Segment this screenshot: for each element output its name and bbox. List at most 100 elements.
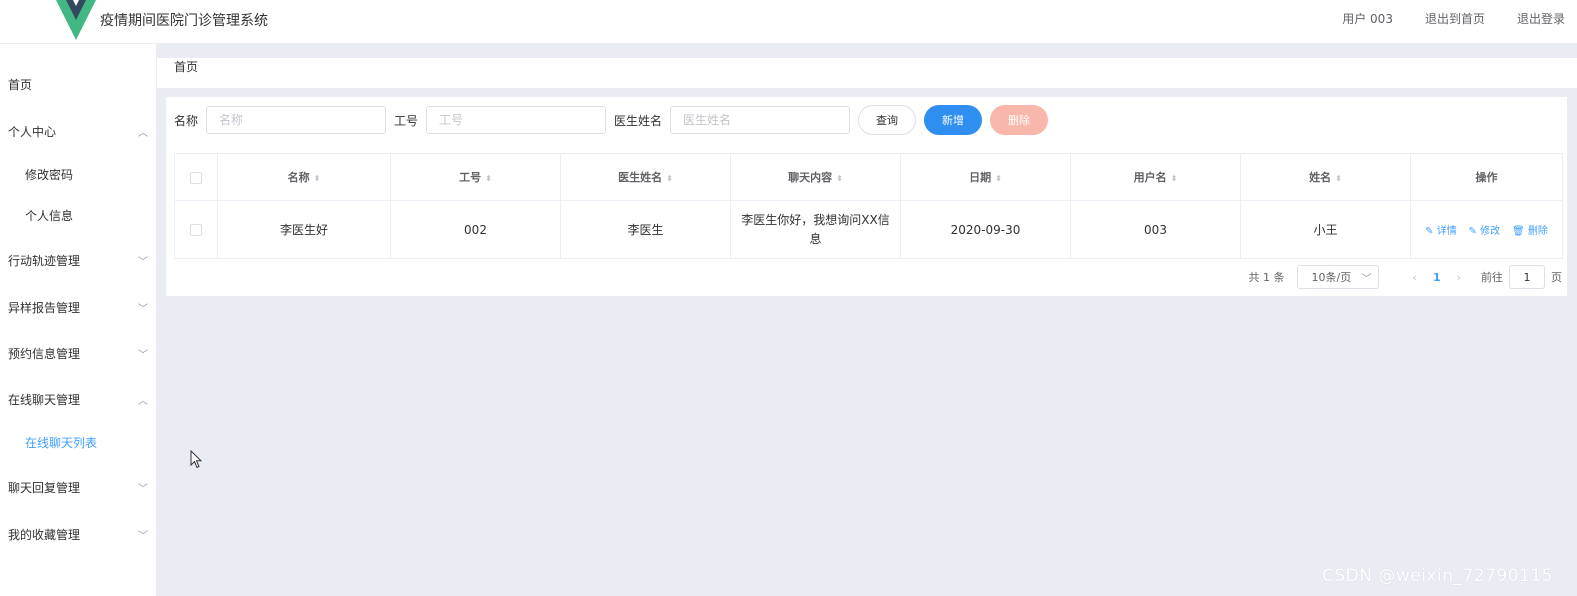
back-to-home-link[interactable]: 退出到首页 (1425, 10, 1485, 27)
sidebar-item-label: 行动轨迹管理 (8, 254, 81, 268)
chevron-down-icon: ﹀ (138, 350, 148, 361)
doctor-name-label: 医生姓名 (614, 113, 663, 128)
sort-icon[interactable]: ⬍ (485, 174, 492, 183)
sort-icon[interactable]: ⬍ (1171, 174, 1178, 183)
name-label: 名称 (174, 113, 199, 128)
name-input[interactable] (206, 106, 387, 134)
sort-icon[interactable]: ⬍ (314, 174, 321, 183)
column-header-chat-content[interactable]: 聊天内容 ⬍ (730, 153, 901, 201)
column-header-label: 用户名 (1133, 171, 1167, 184)
select-all-checkbox[interactable] (190, 171, 202, 184)
logout-link[interactable]: 退出登录 (1517, 10, 1565, 27)
cell-date: 2020-09-30 (900, 200, 1071, 259)
sidebar-item-track-management[interactable]: 行动轨迹管理 ﹀ (8, 252, 148, 269)
chevron-down-icon: ﹀ (138, 304, 148, 315)
app-title: 疫情期间医院门诊管理系统 (100, 13, 268, 29)
prev-page-button[interactable]: ‹ (1413, 271, 1417, 284)
page-number[interactable]: 1 (1433, 271, 1441, 284)
page-size-select[interactable]: 10条/页 ﹀ (1296, 265, 1379, 289)
column-header-label: 聊天内容 (788, 171, 833, 184)
user-link[interactable]: 用户 003 (1342, 10, 1393, 27)
column-header-label: 工号 (459, 171, 482, 184)
edit-pencil-icon: ✎ (1468, 226, 1477, 237)
chat-table: 名称 ⬍ 工号 ⬍ 医生姓名 ⬍ 聊天内容 ⬍ 日期 ⬍ 用户名 ⬍ 姓名 ⬍ 操作 李医生好… (174, 153, 1563, 259)
sidebar-item-label: 预约信息管理 (8, 347, 81, 361)
cell-real-name: 小王 (1240, 200, 1411, 259)
pagination: 共 1 条 10条/页 ﹀ ‹ 1 › 前往 1 页 (1249, 265, 1562, 289)
top-links: 用户 003 退出到首页 退出登录 (1342, 10, 1565, 27)
sidebar-item-reply-management[interactable]: 聊天回复管理 ﹀ (8, 479, 148, 496)
delete-action-label: 删除 (1527, 226, 1548, 237)
chevron-down-icon: ﹀ (138, 257, 148, 268)
column-header-username[interactable]: 用户名 ⬍ (1070, 153, 1241, 201)
column-header-actions: 操作 (1410, 153, 1563, 201)
job-number-input[interactable] (426, 106, 607, 134)
sidebar-item-personal-center[interactable]: 个人中心 ︿ (8, 123, 148, 140)
detail-action[interactable]: ✎ 详情 (1425, 226, 1457, 237)
sidebar: 首页 个人中心 ︿ 修改密码 个人信息 行动轨迹管理 ﹀ 异样报告管理 ﹀ 预约信息管… (0, 44, 157, 596)
breadcrumb[interactable]: 首页 (174, 58, 198, 75)
column-header-real-name[interactable]: 姓名 ⬍ (1240, 153, 1411, 201)
chevron-up-icon: ︿ (138, 128, 148, 139)
sort-icon[interactable]: ⬍ (836, 174, 843, 183)
sidebar-item-label: 个人中心 (8, 125, 57, 139)
select-all-cell (174, 153, 218, 201)
list-panel: 名称 工号 医生姓名 查询 新增 删除 名称⬍ 工号⬍ 医生姓名⬍ 聊天内容⬍ … (166, 97, 1567, 296)
sidebar-item-label: 聊天回复管理 (8, 481, 81, 495)
sidebar-item-label: 异样报告管理 (8, 301, 81, 315)
cell-job-number: 002 (390, 200, 561, 259)
cell-username: 003 (1070, 200, 1241, 259)
add-button[interactable]: 新增 (924, 105, 983, 135)
row-select-cell (174, 200, 218, 259)
cell-doctor-name: 李医生 (560, 200, 731, 259)
batch-delete-button[interactable]: 删除 (990, 105, 1049, 135)
chevron-down-icon: ﹀ (138, 484, 148, 495)
column-header-label: 姓名 (1309, 171, 1332, 184)
edit-action[interactable]: ✎ 修改 (1469, 226, 1501, 237)
table-row: 李医生好 002 李医生 李医生你好，我想询问XX信息 2020-09-30 0… (174, 200, 1563, 259)
sidebar-item-label: 在线聊天管理 (8, 393, 81, 407)
delete-action[interactable]: 🗑 删除 (1512, 226, 1548, 237)
sidebar-item-personal-info[interactable]: 个人信息 (25, 207, 73, 224)
sidebar-item-chat-list[interactable]: 在线聊天列表 (25, 434, 97, 451)
chevron-down-icon: ﹀ (1361, 273, 1372, 285)
sidebar-item-chat-management[interactable]: 在线聊天管理 ︿ (8, 391, 148, 408)
column-header-label: 名称 (287, 171, 310, 184)
search-form: 名称 工号 医生姓名 查询 新增 删除 (174, 105, 1056, 135)
column-header-date[interactable]: 日期 ⬍ (900, 153, 1071, 201)
goto-prefix: 前往 (1481, 271, 1503, 284)
query-button[interactable]: 查询 (858, 105, 917, 135)
sidebar-item-label: 我的收藏管理 (8, 528, 81, 542)
breadcrumb-bar (157, 58, 1577, 88)
sidebar-item-change-password[interactable]: 修改密码 (25, 166, 73, 183)
sidebar-item-report-management[interactable]: 异样报告管理 ﹀ (8, 299, 148, 316)
goto-suffix: 页 (1551, 271, 1562, 284)
cell-actions: ✎ 详情 ✎ 修改 🗑 删除 (1410, 200, 1563, 259)
sort-icon[interactable]: ⬍ (1335, 174, 1342, 183)
goto-page-input[interactable]: 1 (1509, 265, 1545, 289)
column-header-name[interactable]: 名称 ⬍ (217, 153, 391, 201)
pagination-total: 共 1 条 (1248, 271, 1285, 284)
chevron-down-icon: ﹀ (138, 531, 148, 542)
edit-action-label: 修改 (1480, 226, 1501, 237)
edit-pencil-icon: ✎ (1425, 226, 1434, 237)
column-header-doctor-name[interactable]: 医生姓名 ⬍ (560, 153, 731, 201)
row-checkbox[interactable] (190, 224, 202, 236)
sort-icon[interactable]: ⬍ (995, 174, 1002, 183)
cell-name: 李医生好 (217, 200, 391, 259)
sort-icon[interactable]: ⬍ (666, 174, 673, 183)
mouse-cursor-icon (190, 450, 203, 469)
vue-logo-icon (56, 0, 96, 40)
page-size-value: 10条/页 (1311, 271, 1352, 284)
column-header-label: 医生姓名 (618, 171, 663, 184)
watermark: CSDN @weixin_72790115 (1321, 566, 1553, 586)
sidebar-item-favorites-management[interactable]: 我的收藏管理 ﹀ (8, 526, 148, 543)
doctor-name-input[interactable] (670, 106, 851, 134)
main-content: 首页 名称 工号 医生姓名 查询 新增 删除 名称⬍ 工号⬍ 医生姓名⬍ 聊天内… (157, 44, 1577, 596)
top-bar: 疫情期间医院门诊管理系统 用户 003 退出到首页 退出登录 (0, 0, 1577, 44)
sidebar-item-home[interactable]: 首页 (8, 76, 148, 93)
job-number-label: 工号 (394, 113, 419, 128)
column-header-job-number[interactable]: 工号 ⬍ (390, 153, 561, 201)
next-page-button[interactable]: › (1457, 271, 1461, 284)
sidebar-item-appointment-management[interactable]: 预约信息管理 ﹀ (8, 345, 148, 362)
